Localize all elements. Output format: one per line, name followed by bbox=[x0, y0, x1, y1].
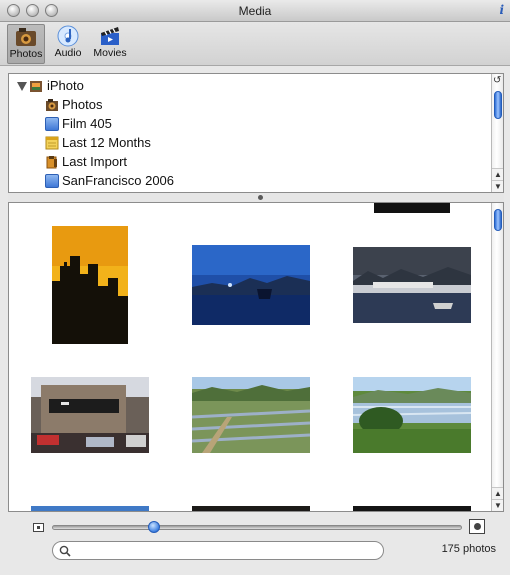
photo-thumbnail[interactable] bbox=[31, 506, 149, 511]
photo-thumbnail[interactable] bbox=[353, 506, 471, 511]
photo-thumbnail[interactable] bbox=[192, 245, 310, 325]
toolbar: Photos Audio Movies bbox=[0, 22, 510, 66]
photo-grid-scroll-thumb[interactable] bbox=[494, 209, 502, 231]
photo-thumbnail[interactable] bbox=[353, 377, 471, 453]
source-item-last-import[interactable]: Last Import bbox=[9, 153, 489, 172]
scroll-up-arrow-icon[interactable]: ▲ bbox=[492, 487, 503, 499]
source-item-label: Film 405 bbox=[62, 116, 112, 131]
iphoto-icon bbox=[30, 81, 42, 92]
photo-thumbnail[interactable] bbox=[192, 377, 310, 453]
photo-thumbnail[interactable] bbox=[52, 226, 128, 344]
photo-thumbnail[interactable] bbox=[31, 377, 149, 453]
media-browser-window: Media i Photos Audio Movies iPhoto Photo… bbox=[0, 0, 510, 575]
splitter-handle-icon[interactable] bbox=[258, 195, 263, 200]
source-item-last-12-months[interactable]: Last 12 Months bbox=[9, 134, 489, 153]
source-item-label: Photos bbox=[62, 97, 103, 112]
source-item-photos[interactable]: Photos bbox=[9, 96, 489, 115]
title-bar: Media i bbox=[0, 0, 510, 22]
tab-photos[interactable]: Photos bbox=[7, 24, 45, 64]
photo-count: 175 photos bbox=[441, 543, 496, 555]
large-thumbnail-icon[interactable] bbox=[469, 519, 485, 534]
tab-movies[interactable]: Movies bbox=[91, 24, 129, 64]
search-input[interactable] bbox=[75, 543, 375, 558]
tab-audio-label: Audio bbox=[54, 47, 82, 59]
thumbnail-size-slider-knob[interactable] bbox=[148, 521, 160, 533]
disclosure-triangle-icon[interactable] bbox=[17, 82, 27, 91]
scroll-down-arrow-icon[interactable]: ▼ bbox=[492, 180, 503, 192]
search-field[interactable] bbox=[52, 541, 384, 560]
import-icon bbox=[46, 156, 57, 169]
source-item-film-405[interactable]: Film 405 bbox=[9, 115, 489, 134]
photos-icon bbox=[46, 99, 58, 111]
source-list[interactable]: iPhoto Photos Film 405 Last 12 Months La… bbox=[8, 73, 504, 193]
source-item-sanfrancisco-2006[interactable]: SanFrancisco 2006 bbox=[9, 172, 489, 191]
source-item-label: iPhoto bbox=[47, 78, 84, 93]
small-thumbnail-icon[interactable] bbox=[33, 523, 44, 532]
camera-icon bbox=[16, 28, 36, 46]
source-item-label: Last 12 Months bbox=[62, 135, 151, 150]
tab-movies-label: Movies bbox=[93, 47, 127, 59]
album-icon bbox=[45, 174, 59, 188]
photo-thumbnail[interactable] bbox=[374, 203, 450, 213]
album-icon bbox=[45, 117, 59, 131]
source-list-scrollbar[interactable]: ↺ ▲ ▼ bbox=[491, 74, 503, 192]
calendar-icon bbox=[45, 136, 59, 150]
info-button[interactable]: i bbox=[499, 3, 504, 17]
tab-photos-label: Photos bbox=[9, 48, 43, 60]
scroll-up-arrow-icon[interactable]: ▲ bbox=[492, 168, 503, 180]
source-item-label: SanFrancisco 2006 bbox=[62, 173, 175, 188]
source-list-scroll-thumb[interactable] bbox=[494, 91, 502, 119]
photo-thumbnail[interactable] bbox=[192, 506, 310, 511]
photo-grid-scrollbar[interactable]: ▲ ▼ bbox=[491, 203, 503, 511]
source-item-label: Last Import bbox=[62, 154, 128, 169]
scroll-down-arrow-icon[interactable]: ▼ bbox=[492, 499, 503, 511]
photo-grid[interactable]: ▲ ▼ bbox=[8, 202, 504, 512]
search-icon bbox=[59, 545, 71, 557]
refresh-icon[interactable]: ↺ bbox=[493, 75, 501, 86]
clapperboard-icon bbox=[101, 27, 119, 45]
pane-splitter[interactable] bbox=[8, 193, 504, 202]
source-item-iphoto[interactable]: iPhoto bbox=[9, 77, 489, 96]
photo-thumbnail[interactable] bbox=[353, 247, 471, 323]
window-title: Media bbox=[238, 4, 272, 18]
music-note-icon bbox=[57, 25, 79, 47]
tab-audio[interactable]: Audio bbox=[51, 24, 85, 64]
thumbnail-size-slider[interactable] bbox=[52, 525, 462, 530]
